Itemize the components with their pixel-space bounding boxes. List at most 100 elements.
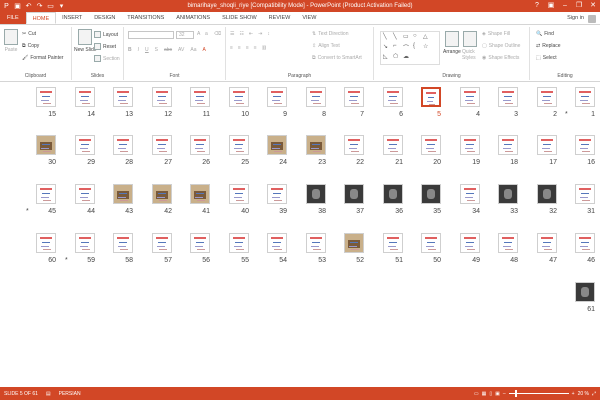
cut-button[interactable]: ✂ Cut bbox=[22, 31, 36, 37]
grow-font-button[interactable]: A bbox=[197, 31, 200, 37]
tab-animations[interactable]: ANIMATIONS bbox=[170, 12, 216, 24]
replace-button[interactable]: ⇄ Replace bbox=[536, 43, 561, 49]
font-color-icon[interactable]: A bbox=[202, 47, 205, 53]
tab-file[interactable]: FILE bbox=[0, 12, 26, 24]
sign-in-label[interactable]: Sign in bbox=[567, 12, 584, 25]
slide-thumbnail[interactable] bbox=[152, 233, 172, 253]
slide-thumbnail[interactable] bbox=[575, 233, 595, 253]
justify-icon[interactable]: ≡ bbox=[254, 45, 257, 51]
slide-thumbnail[interactable] bbox=[306, 184, 326, 204]
language[interactable]: PERSIAN bbox=[55, 391, 85, 397]
slide-thumbnail[interactable] bbox=[421, 87, 441, 107]
slide-thumbnail[interactable] bbox=[421, 135, 441, 155]
align-text-button[interactable]: ⇳ Align Text bbox=[312, 43, 340, 49]
slide-thumbnail[interactable] bbox=[498, 184, 518, 204]
shape-oval-icon[interactable]: ○ bbox=[413, 33, 417, 39]
animation-star-icon[interactable]: * bbox=[565, 111, 568, 118]
tab-insert[interactable]: INSERT bbox=[56, 12, 88, 24]
convert-smartart-button[interactable]: ⧉ Convert to SmartArt bbox=[312, 55, 362, 61]
tab-transitions[interactable]: TRANSITIONS bbox=[121, 12, 170, 24]
slide-thumbnail[interactable] bbox=[421, 233, 441, 253]
close-icon[interactable]: ✕ bbox=[586, 0, 600, 12]
zoom-slider[interactable] bbox=[508, 390, 569, 397]
slide-thumbnail[interactable] bbox=[498, 135, 518, 155]
align-left-icon[interactable]: ≡ bbox=[230, 45, 233, 51]
zoom-slider-thumb[interactable] bbox=[514, 390, 517, 397]
slide-thumbnail[interactable] bbox=[229, 184, 249, 204]
shadow-icon[interactable]: S bbox=[155, 47, 158, 53]
tab-slide-show[interactable]: SLIDE SHOW bbox=[216, 12, 263, 24]
slide-thumbnail[interactable] bbox=[575, 184, 595, 204]
shape-pentagon-icon[interactable]: ⬠ bbox=[393, 53, 398, 60]
quick-styles-button[interactable]: Quick Styles bbox=[462, 31, 478, 61]
slide-thumbnail[interactable] bbox=[383, 87, 403, 107]
shape-rect-icon[interactable]: ▭ bbox=[403, 33, 409, 40]
strikethrough-icon[interactable]: abc bbox=[164, 47, 172, 53]
slide-thumbnail[interactable] bbox=[575, 135, 595, 155]
slide-sorter-view-icon[interactable]: ▦ bbox=[482, 391, 487, 397]
section-button[interactable]: Section bbox=[94, 55, 120, 62]
slide-thumbnail[interactable] bbox=[537, 184, 557, 204]
shape-curve-icon[interactable]: ⌒ bbox=[403, 43, 409, 52]
zoom-level[interactable]: 20 % bbox=[578, 391, 589, 397]
align-right-icon[interactable]: ≡ bbox=[246, 45, 249, 51]
slide-thumbnail[interactable] bbox=[267, 135, 287, 155]
slide-thumbnail[interactable] bbox=[113, 184, 133, 204]
slide-thumbnail[interactable] bbox=[229, 233, 249, 253]
undo-icon[interactable]: ↶ bbox=[25, 3, 32, 10]
shape-line2-icon[interactable]: ╲ bbox=[393, 33, 397, 40]
decrease-indent-icon[interactable]: ⇤ bbox=[249, 31, 253, 37]
slide-thumbnail[interactable] bbox=[36, 184, 56, 204]
slide-thumbnail[interactable] bbox=[537, 135, 557, 155]
slide-thumbnail[interactable] bbox=[113, 233, 133, 253]
slide-thumbnail[interactable] bbox=[75, 184, 95, 204]
slide-thumbnail[interactable] bbox=[344, 233, 364, 253]
layout-button[interactable]: Layout bbox=[94, 31, 118, 38]
shape-line-icon[interactable]: ╲ bbox=[383, 33, 387, 40]
shrink-font-button[interactable]: a bbox=[205, 31, 208, 37]
font-name-combo[interactable] bbox=[128, 31, 174, 39]
numbering-icon[interactable]: ☷ bbox=[239, 31, 243, 37]
shape-connector-icon[interactable]: ⌐ bbox=[393, 43, 397, 49]
slide-thumbnail[interactable] bbox=[306, 135, 326, 155]
minimize-icon[interactable]: – bbox=[558, 0, 572, 12]
slide-thumbnail[interactable] bbox=[498, 87, 518, 107]
slide-thumbnail[interactable] bbox=[190, 135, 210, 155]
clear-format-button[interactable]: ⌫ bbox=[214, 31, 221, 37]
slide-thumbnail[interactable] bbox=[575, 87, 595, 107]
columns-icon[interactable]: ▥ bbox=[262, 45, 267, 51]
slide-thumbnail[interactable] bbox=[36, 233, 56, 253]
slide-thumbnail[interactable] bbox=[152, 135, 172, 155]
slide-thumbnail[interactable] bbox=[267, 233, 287, 253]
slide-thumbnail[interactable] bbox=[344, 135, 364, 155]
redo-icon[interactable]: ↷ bbox=[36, 3, 43, 10]
arrange-button[interactable]: Arrange bbox=[443, 31, 461, 55]
shape-brace-icon[interactable]: { bbox=[413, 43, 415, 49]
find-button[interactable]: 🔍 Find bbox=[536, 31, 554, 37]
slide-thumbnail[interactable] bbox=[75, 87, 95, 107]
copy-button[interactable]: ⧉ Copy bbox=[22, 43, 39, 49]
bold-icon[interactable]: B bbox=[128, 47, 132, 53]
shape-fill-button[interactable]: ◈ Shape Fill bbox=[482, 31, 510, 37]
text-direction-button[interactable]: ⇅ Text Direction bbox=[312, 31, 349, 37]
underline-icon[interactable]: U bbox=[145, 47, 149, 53]
paste-button[interactable]: Paste bbox=[4, 29, 18, 53]
slide-thumbnail[interactable] bbox=[460, 135, 480, 155]
increase-indent-icon[interactable]: ⇥ bbox=[258, 31, 262, 37]
slide-thumbnail[interactable] bbox=[229, 87, 249, 107]
fit-slide-icon[interactable]: ⤢ bbox=[592, 391, 596, 397]
restore-icon[interactable]: ❐ bbox=[572, 0, 586, 12]
slide-thumbnail[interactable] bbox=[190, 233, 210, 253]
customize-icon[interactable]: ▾ bbox=[58, 3, 65, 10]
font-size-combo[interactable]: 32 bbox=[176, 31, 194, 39]
slide-thumbnail[interactable] bbox=[306, 233, 326, 253]
bullets-icon[interactable]: ☰ bbox=[230, 31, 234, 37]
help-icon[interactable]: ? bbox=[530, 0, 544, 12]
slide-thumbnail[interactable] bbox=[383, 135, 403, 155]
normal-view-icon[interactable]: ▭ bbox=[474, 391, 479, 397]
slide-thumbnail[interactable] bbox=[460, 87, 480, 107]
ribbon-display-icon[interactable]: ▣ bbox=[544, 0, 558, 12]
slide-thumbnail[interactable] bbox=[75, 233, 95, 253]
slide-thumbnail[interactable] bbox=[113, 135, 133, 155]
change-case-icon[interactable]: Aa bbox=[190, 47, 196, 53]
